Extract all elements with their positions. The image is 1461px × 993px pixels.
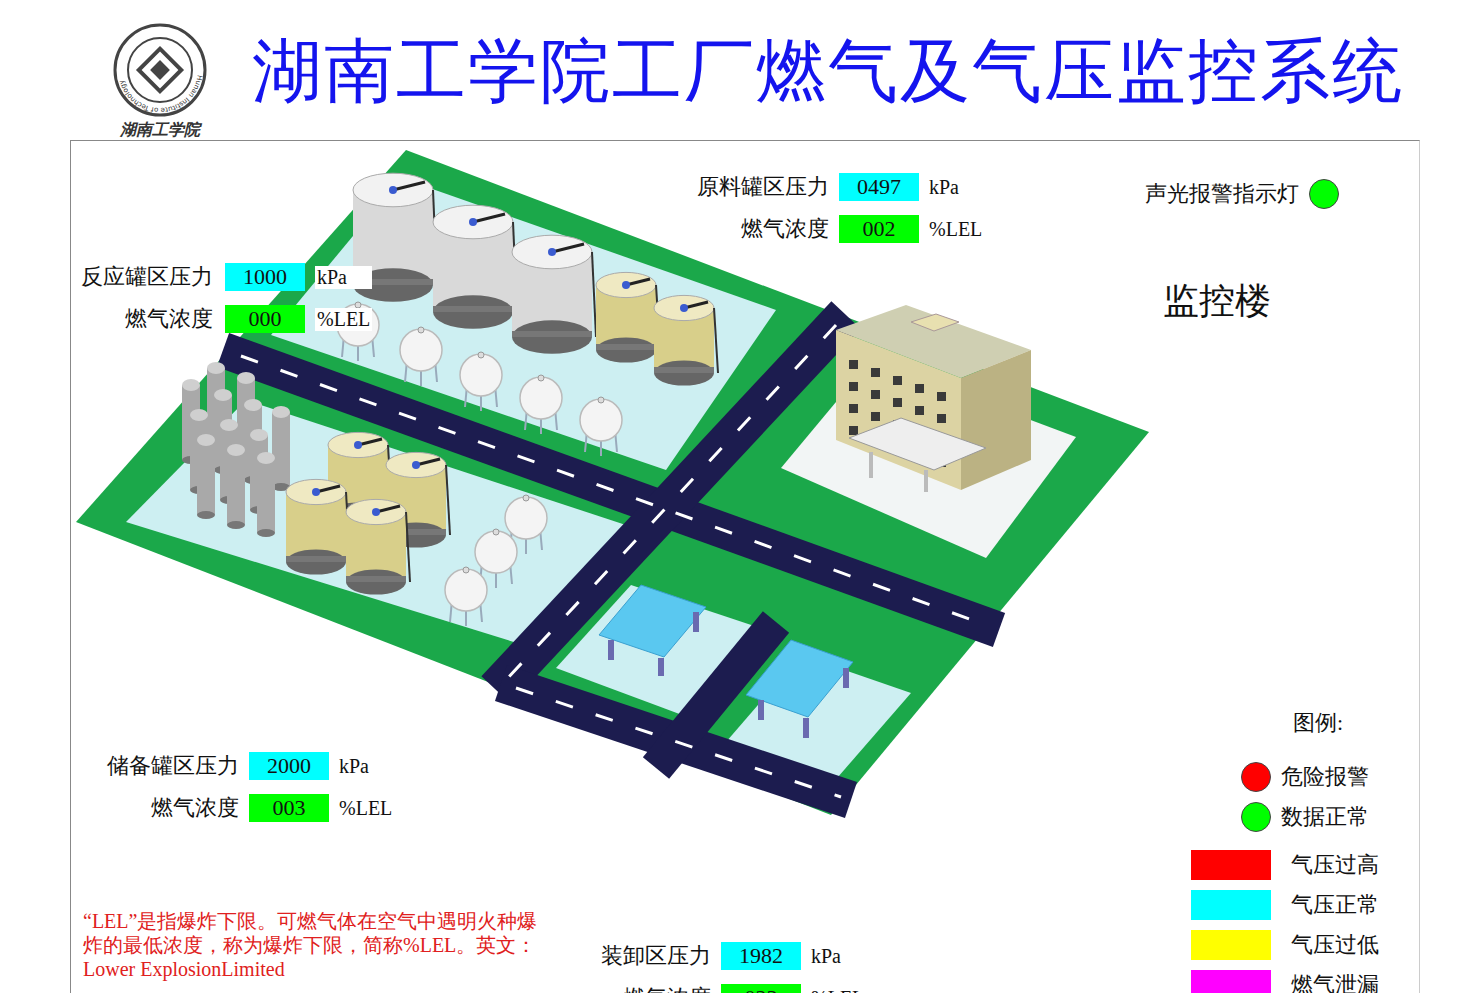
page-title: 湖南工学院工厂燃气及气压监控系统: [252, 30, 1404, 114]
gas-label: 燃气浓度: [601, 983, 711, 993]
gas-label: 燃气浓度: [107, 793, 239, 823]
status-dot-icon: [1241, 802, 1271, 832]
header: Hunan Institute of Technology 湖南工学院 湖南工学…: [0, 0, 1461, 140]
gas-cylinder: [197, 434, 215, 519]
color-swatch: [1191, 850, 1271, 880]
gas-unit: %LEL: [929, 218, 982, 241]
color-swatch: [1191, 890, 1271, 920]
gas-value: 000: [225, 305, 305, 333]
pressure-value: 2000: [249, 752, 329, 780]
monitor-page: Hunan Institute of Technology 湖南工学院 湖南工学…: [0, 0, 1461, 993]
pressure-unit: kPa: [315, 266, 372, 289]
zone-readout: 储备罐区压力 2000 kPa 燃气浓度 003 %LEL: [107, 751, 392, 823]
legend-label: 气压过低: [1291, 930, 1379, 960]
legend-item: 气压过低: [1191, 930, 1379, 960]
gas-unit: %LEL: [315, 308, 372, 331]
gas-unit: %LEL: [339, 797, 392, 820]
status-dot-icon: [1241, 762, 1271, 792]
gas-cylinder: [257, 452, 275, 537]
legend-item: 燃气泄漏: [1191, 970, 1379, 993]
spherical-tank: [445, 567, 487, 626]
loading-canopy: [599, 585, 706, 676]
storage-tank: [512, 235, 596, 354]
gas-label: 燃气浓度: [79, 304, 215, 334]
legend-label: 气压正常: [1291, 890, 1379, 920]
raw-material-pad: [271, 178, 776, 470]
legend-label: 数据正常: [1281, 802, 1369, 832]
gas-unit: %LEL: [811, 987, 864, 993]
pressure-label: 原料罐区压力: [697, 172, 829, 202]
plant-canvas: 原料罐区压力 0497 kPa 燃气浓度 002 %LEL反应罐区压力 1000…: [70, 140, 1420, 993]
storage-tank: [346, 499, 410, 594]
pressure-value: 0497: [839, 173, 919, 201]
legend-item: 气压正常: [1191, 890, 1379, 920]
spherical-tank: [580, 397, 622, 456]
zone-readout: 装卸区压力 1982 kPa 燃气浓度 023 %LEL: [601, 941, 864, 993]
legend-item: 危险报警: [1241, 762, 1379, 792]
gas-value: 023: [721, 984, 801, 993]
pressure-label: 反应罐区压力: [79, 262, 215, 292]
pressure-unit: kPa: [339, 755, 392, 778]
gas-value: 002: [839, 215, 919, 243]
legend-label: 危险报警: [1281, 762, 1369, 792]
storage-tank: [654, 295, 718, 385]
pressure-label: 装卸区压力: [601, 941, 711, 971]
roads: [223, 315, 999, 800]
spherical-tank: [400, 327, 442, 386]
svg-text:Hunan Institute of Technology: Hunan Institute of Technology: [117, 74, 203, 114]
pressure-unit: kPa: [929, 176, 982, 199]
storage-tank: [286, 479, 350, 574]
legend: 图例: 危险报警 数据正常 气压过高 气压正常 气压过低 燃气泄漏: [1191, 708, 1379, 993]
pressure-value: 1000: [225, 263, 305, 291]
color-swatch: [1191, 930, 1271, 960]
legend-label: 气压过高: [1291, 850, 1379, 880]
pressure-label: 储备罐区压力: [107, 751, 239, 781]
school-emblem-icon: Hunan Institute of Technology: [112, 22, 208, 118]
alarm-label: 声光报警指示灯: [1145, 179, 1299, 209]
loading-canopy: [746, 640, 853, 738]
ground: [76, 150, 1149, 815]
gas-cylinder: [227, 444, 245, 529]
alarm-indicator: 声光报警指示灯: [1145, 179, 1339, 209]
monitor-building: [836, 305, 1031, 492]
zone-readout: 原料罐区压力 0497 kPa 燃气浓度 002 %LEL: [697, 172, 982, 244]
legend-label: 燃气泄漏: [1291, 970, 1379, 993]
pressure-unit: kPa: [811, 945, 864, 968]
storage-tank: [596, 272, 660, 362]
pressure-value: 1982: [721, 942, 801, 970]
building-label: 监控楼: [1163, 277, 1271, 326]
alarm-light-icon: [1309, 179, 1339, 209]
gas-label: 燃气浓度: [697, 214, 829, 244]
storage-tank: [433, 205, 517, 329]
spherical-tank: [520, 375, 562, 434]
zone-readout: 反应罐区压力 1000 kPa 燃气浓度 000 %LEL: [79, 262, 372, 334]
legend-item: 数据正常: [1241, 802, 1379, 832]
logo-text: 湖南工学院: [120, 120, 200, 141]
lel-note: “LEL”是指爆炸下限。可燃气体在空气中遇明火种爆炸的最低浓度，称为爆炸下限，简…: [83, 909, 553, 981]
spherical-tank: [460, 352, 502, 411]
color-swatch: [1191, 970, 1271, 993]
legend-item: 气压过高: [1191, 850, 1379, 880]
gas-value: 003: [249, 794, 329, 822]
logo: Hunan Institute of Technology 湖南工学院: [112, 22, 208, 141]
legend-title: 图例:: [1293, 708, 1379, 738]
